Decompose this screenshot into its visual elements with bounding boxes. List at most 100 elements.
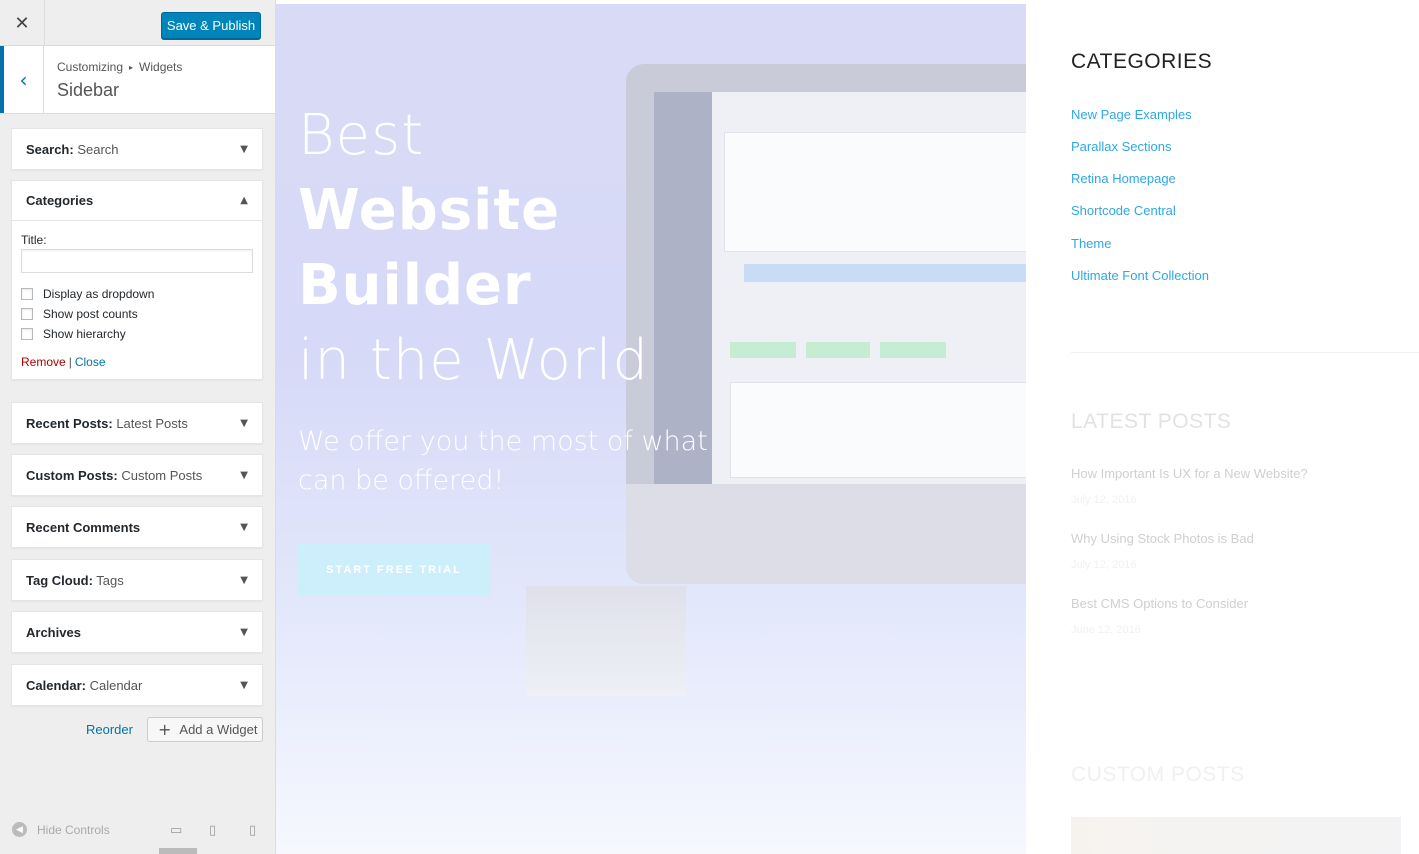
custom-posts-heading: CUSTOM POSTS (1071, 763, 1245, 786)
mobile-preview-icon[interactable]: ▯ (249, 823, 256, 838)
reorder-link[interactable]: Reorder (86, 722, 133, 737)
chevron-down-icon[interactable]: ▼ (240, 144, 248, 155)
breadcrumb: Customizing ▸ Widgets (57, 60, 182, 74)
monitor-stand (526, 586, 686, 696)
breadcrumb-root: Customizing (57, 60, 124, 74)
screen-panel (724, 132, 1026, 252)
widget-subtitle: Calendar (85, 677, 143, 693)
checkbox-label: Show post counts (43, 307, 138, 321)
widget-archives: Archives ▼ (11, 611, 263, 653)
breadcrumb-current: Widgets (139, 60, 183, 74)
widget-title: Recent Posts: (26, 415, 113, 431)
post-link[interactable]: How Important Is UX for a New Website? (1071, 466, 1308, 481)
chevron-down-icon[interactable]: ▼ (240, 627, 248, 638)
widget-tag-cloud: Tag Cloud: Tags ▼ (11, 559, 263, 601)
close-icon: ✕ (14, 12, 30, 34)
close-customizer-button[interactable]: ✕ (0, 0, 45, 46)
hero-line: Builder (298, 253, 532, 318)
divider (1071, 352, 1419, 353)
widget-calendar: Calendar: Calendar ▼ (11, 664, 263, 706)
chevron-down-icon[interactable]: ▼ (240, 418, 248, 429)
category-link[interactable]: Ultimate Font Collection (1071, 268, 1209, 283)
category-link[interactable]: Shortcode Central (1071, 203, 1176, 218)
chevron-down-icon[interactable]: ▼ (240, 575, 248, 586)
option-post-counts[interactable]: Show post counts (21, 307, 253, 321)
widget-subtitle: Tags (92, 572, 124, 588)
option-hierarchy[interactable]: Show hierarchy (21, 327, 253, 341)
widget-title: Recent Comments (26, 519, 141, 535)
monitor-image (626, 64, 1026, 584)
close-link[interactable]: Close (75, 355, 106, 369)
widget-actions: Remove | Close (21, 355, 253, 369)
customizer-header: ✕ Save & Publish (0, 0, 275, 46)
widget-header[interactable]: Recent Comments ▼ (12, 507, 262, 547)
chevron-up-icon[interactable]: ▲ (240, 195, 248, 206)
title-input[interactable] (21, 249, 253, 273)
widget-header[interactable]: Calendar: Calendar ▼ (12, 665, 262, 705)
widget-form: Title: Display as dropdown Show post cou… (12, 221, 262, 379)
breadcrumb-separator-icon: ▸ (129, 63, 134, 72)
post-date: July 12, 2016 (1071, 559, 1137, 571)
widget-recent-posts: Recent Posts: Latest Posts ▼ (11, 402, 263, 444)
option-dropdown[interactable]: Display as dropdown (21, 287, 253, 301)
hero-subtitle: We offer you the most of what can be off… (298, 426, 708, 496)
chevron-left-icon: ‹ (19, 67, 28, 92)
hero-line: Best (298, 103, 425, 168)
hero-heading: Best Website Builder in the World (298, 98, 649, 398)
latest-posts-heading: LATEST POSTS (1071, 410, 1232, 433)
checkbox-label: Display as dropdown (43, 287, 155, 301)
screen-panel (730, 382, 1026, 478)
hero-section: Best Website Builder in the World We off… (276, 4, 1026, 854)
custom-post-thumbnail[interactable] (1071, 817, 1401, 854)
widget-title: Search: (26, 141, 74, 157)
section-name: Sidebar (57, 80, 120, 100)
widget-header[interactable]: Custom Posts: Custom Posts ▼ (12, 455, 262, 495)
post-link[interactable]: Why Using Stock Photos is Bad (1071, 531, 1254, 546)
widget-header[interactable]: Recent Posts: Latest Posts ▼ (12, 403, 262, 443)
display-dropdown-checkbox[interactable] (21, 288, 33, 300)
widget-recent-comments: Recent Comments ▼ (11, 506, 263, 548)
hide-controls-label: Hide Controls (37, 822, 110, 837)
tablet-preview-icon[interactable]: ▯ (209, 823, 216, 838)
site-preview: Best Website Builder in the World We off… (276, 0, 1419, 854)
screen-button (880, 342, 946, 358)
back-button[interactable]: ‹ (0, 46, 44, 113)
add-widget-button[interactable]: + Add a Widget (147, 717, 263, 742)
section-title-bar: ‹ Customizing ▸ Widgets Sidebar (0, 46, 275, 114)
hero-line: in the World (298, 328, 650, 393)
widget-header[interactable]: Categories ▲ (12, 181, 262, 221)
customizer-panel: ✕ Save & Publish ‹ Customizing ▸ Widgets S… (0, 0, 276, 854)
category-link[interactable]: Parallax Sections (1071, 139, 1171, 154)
widget-subtitle: Latest Posts (112, 415, 188, 431)
chevron-down-icon[interactable]: ▼ (240, 522, 248, 533)
post-link[interactable]: Best CMS Options to Consider (1071, 596, 1248, 611)
checkbox-label: Show hierarchy (43, 327, 126, 341)
widget-subtitle: Search (73, 141, 119, 157)
chevron-down-icon[interactable]: ▼ (240, 470, 248, 481)
save-publish-button[interactable]: Save & Publish (161, 12, 261, 39)
post-date: July 12, 2016 (1071, 494, 1137, 506)
remove-link[interactable]: Remove (21, 355, 66, 369)
category-link[interactable]: Retina Homepage (1071, 171, 1176, 186)
show-hierarchy-checkbox[interactable] (21, 328, 33, 340)
hide-controls-button[interactable]: ◀ Hide Controls (12, 822, 110, 837)
widget-header[interactable]: Tag Cloud: Tags ▼ (12, 560, 262, 600)
plus-icon: + (158, 720, 172, 739)
widget-subtitle: Custom Posts (117, 467, 203, 483)
category-link[interactable]: Theme (1071, 236, 1111, 251)
widget-search: Search: Search ▼ (11, 128, 263, 170)
preview-sidebar: CATEGORIES New Page Examples Parallax Se… (1026, 0, 1419, 854)
widget-title: Categories (26, 193, 94, 208)
widget-custom-posts: Custom Posts: Custom Posts ▼ (11, 454, 263, 496)
widget-header[interactable]: Search: Search ▼ (12, 129, 262, 169)
desktop-preview-icon[interactable]: ▭ (170, 823, 182, 838)
show-post-counts-checkbox[interactable] (21, 308, 33, 320)
widget-categories: Categories ▲ Title: Display as dropdown … (11, 180, 263, 380)
post-date: June 12, 2016 (1071, 624, 1141, 636)
chevron-down-icon[interactable]: ▼ (240, 680, 248, 691)
widget-header[interactable]: Archives ▼ (12, 612, 262, 652)
start-free-trial-button[interactable]: START FREE TRIAL (298, 543, 490, 596)
category-link[interactable]: New Page Examples (1071, 107, 1192, 122)
hero-line: Website (298, 178, 561, 243)
add-widget-label: Add a Widget (179, 722, 258, 737)
